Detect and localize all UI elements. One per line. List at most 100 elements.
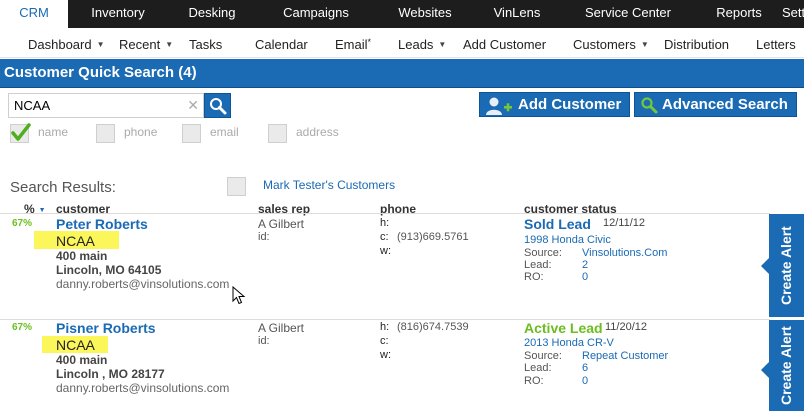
sales-rep-name: A Gilbert xyxy=(258,217,305,231)
customer-tag: NCAA xyxy=(56,337,95,353)
ro-label: RO: xyxy=(524,271,544,283)
subnav-tasks[interactable]: Tasks xyxy=(189,37,222,52)
tab-service-center[interactable]: Service Center xyxy=(560,0,696,28)
subnav-customers[interactable]: Customers ▼ xyxy=(573,37,649,52)
customer-email[interactable]: danny.roberts@vinsolutions.com xyxy=(56,381,229,395)
subnav-leads[interactable]: Leads ▼ xyxy=(398,37,446,52)
chevron-down-icon: ▼ xyxy=(438,40,447,49)
my-customers-checkbox[interactable] xyxy=(227,177,246,196)
subnav-recent[interactable]: Recent ▼ xyxy=(119,37,173,52)
subnav-add-customer[interactable]: Add Customer xyxy=(463,37,546,52)
tab-websites[interactable]: Websites xyxy=(376,0,474,28)
subnav-distribution[interactable]: Distribution xyxy=(664,37,729,52)
tab-settings[interactable]: Setti xyxy=(782,0,804,28)
create-alert-label: Create Alert xyxy=(778,226,794,305)
add-user-icon xyxy=(486,97,512,115)
phone-checkbox[interactable] xyxy=(96,124,115,143)
alert-tab-notch xyxy=(761,258,769,274)
option-phone-label: phone xyxy=(124,125,158,139)
tab-inventory[interactable]: Inventory xyxy=(68,0,168,28)
status-active-lead[interactable]: Active Lead xyxy=(524,320,603,336)
match-percent: 67% xyxy=(12,218,33,229)
add-customer-button[interactable]: Add Customer xyxy=(479,92,630,117)
subnav-email[interactable]: Email* xyxy=(335,37,371,52)
magnifier-icon xyxy=(641,97,658,114)
status-date: 11/20/12 xyxy=(605,321,648,333)
search-field: ✕ xyxy=(8,93,204,118)
phone-cell-value: (913)669.5761 xyxy=(397,231,469,243)
match-percent: 67% xyxy=(12,322,33,333)
subnav-leads-label: Leads xyxy=(398,37,434,52)
source-label: Source: xyxy=(524,350,562,362)
email-unread-marker: * xyxy=(367,37,372,47)
chevron-down-icon: ▼ xyxy=(96,40,105,49)
phone-cell-label: c: xyxy=(380,335,389,347)
phone-cell-label: c: xyxy=(380,231,389,243)
status-sold-lead[interactable]: Sold Lead xyxy=(524,216,591,232)
top-nav: CRM Inventory Desking Campaigns Websites… xyxy=(0,0,804,28)
ro-count[interactable]: 0 xyxy=(582,375,588,387)
vehicle-link[interactable]: 1998 Honda Civic xyxy=(524,234,611,246)
tab-campaigns[interactable]: Campaigns xyxy=(256,0,376,28)
source-value[interactable]: Repeat Customer xyxy=(582,350,668,362)
subnav-dashboard-label: Dashboard xyxy=(28,37,92,52)
subnav-dashboard[interactable]: Dashboard ▼ xyxy=(28,37,105,52)
customer-name-link[interactable]: Pisner Roberts xyxy=(56,320,156,336)
mouse-cursor-icon xyxy=(232,286,246,305)
source-label: Source: xyxy=(524,247,562,259)
add-customer-label: Add Customer xyxy=(518,96,622,113)
create-alert-button[interactable]: Create Alert xyxy=(761,214,804,317)
sub-nav: Dashboard ▼ Recent ▼ Tasks Calendar Email*… xyxy=(0,28,804,58)
vehicle-link[interactable]: 2013 Honda CR-V xyxy=(524,337,614,349)
customer-email[interactable]: danny.roberts@vinsolutions.com xyxy=(56,277,229,291)
ro-count[interactable]: 0 xyxy=(582,271,588,283)
sales-rep-id-label: id: xyxy=(258,335,270,347)
my-customers-link[interactable]: Mark Tester's Customers xyxy=(263,178,395,192)
sales-rep-name: A Gilbert xyxy=(258,321,305,335)
source-value[interactable]: Vinsolutions.Com xyxy=(582,247,667,259)
alert-tab-notch xyxy=(761,362,769,378)
subnav-customers-label: Customers xyxy=(573,37,636,52)
customer-city: Lincoln, MO 64105 xyxy=(56,263,162,277)
tab-crm[interactable]: CRM xyxy=(0,0,68,28)
search-button[interactable] xyxy=(204,93,231,118)
advanced-search-button[interactable]: Advanced Search xyxy=(634,92,797,117)
tab-reports[interactable]: Reports xyxy=(696,0,782,28)
email-checkbox[interactable] xyxy=(182,124,201,143)
subnav-letters[interactable]: Letters xyxy=(756,37,796,52)
create-alert-button[interactable]: Create Alert xyxy=(761,320,804,411)
search-icon xyxy=(210,98,227,115)
create-alert-label: Create Alert xyxy=(778,326,794,405)
name-checkbox[interactable] xyxy=(10,123,31,143)
search-input[interactable] xyxy=(9,94,179,117)
subnav-email-label: Email xyxy=(335,37,368,52)
customer-name-link[interactable]: Peter Roberts xyxy=(56,216,148,232)
chevron-down-icon: ▼ xyxy=(165,40,174,49)
sales-rep-id-label: id: xyxy=(258,231,270,243)
clear-icon[interactable]: ✕ xyxy=(187,97,199,114)
lead-label: Lead: xyxy=(524,259,552,271)
address-checkbox[interactable] xyxy=(268,124,287,143)
advanced-search-label: Advanced Search xyxy=(662,96,788,113)
page-title: Customer Quick Search (4) xyxy=(0,59,804,88)
checkmark-icon xyxy=(11,123,31,141)
customer-street: 400 main xyxy=(56,249,108,263)
phone-work-label: w: xyxy=(380,349,391,361)
lead-label: Lead: xyxy=(524,362,552,374)
ro-label: RO: xyxy=(524,375,544,387)
lead-count[interactable]: 6 xyxy=(582,362,588,374)
table-row: 67% Peter Roberts NCAA 400 main Lincoln,… xyxy=(0,214,804,317)
lead-count[interactable]: 2 xyxy=(582,259,588,271)
option-name-label: name xyxy=(38,125,69,139)
phone-work-label: w: xyxy=(380,245,391,257)
subnav-recent-label: Recent xyxy=(119,37,161,52)
tab-desking[interactable]: Desking xyxy=(168,0,256,28)
table-row: 67% Pisner Roberts NCAA 400 main Lincoln… xyxy=(0,320,804,411)
phone-home-label: h: xyxy=(380,321,390,333)
phone-home-label: h: xyxy=(380,217,390,229)
subnav-calendar[interactable]: Calendar xyxy=(255,37,308,52)
status-date: 12/11/12 xyxy=(603,217,646,229)
search-results-label: Search Results: xyxy=(10,179,116,196)
customer-street: 400 main xyxy=(56,353,108,367)
tab-vinlens[interactable]: VinLens xyxy=(474,0,560,28)
